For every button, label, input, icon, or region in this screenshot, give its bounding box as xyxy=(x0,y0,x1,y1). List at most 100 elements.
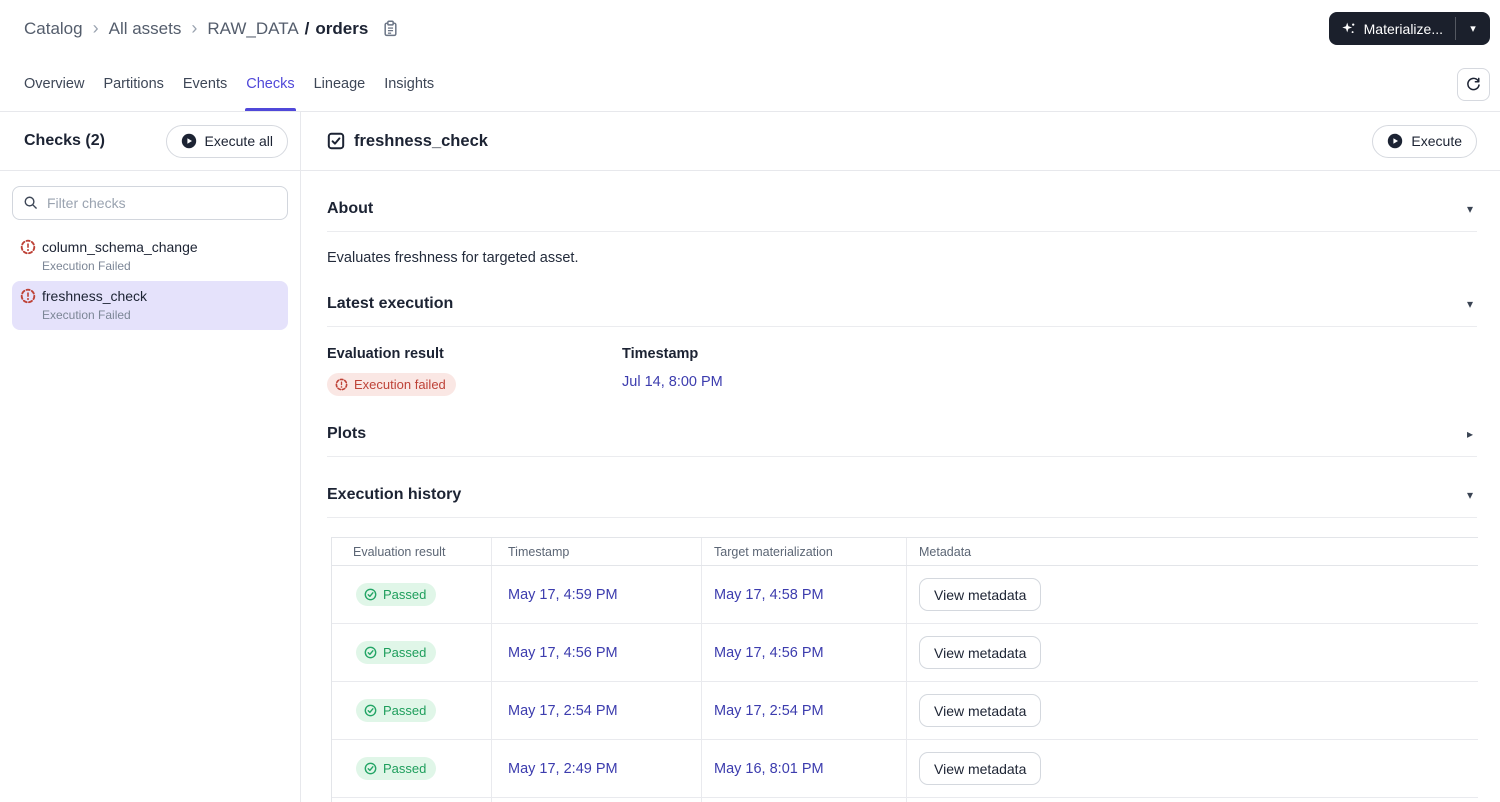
breadcrumb-item-asset[interactable]: RAW_DATA / orders xyxy=(207,19,368,39)
check-list-item-freshness-check[interactable]: freshness_check Execution Failed xyxy=(12,281,288,330)
execute-all-label: Execute all xyxy=(204,133,273,149)
asset-key-prefix: RAW_DATA xyxy=(207,18,299,38)
check-list: column_schema_change Execution Failed fr… xyxy=(0,232,300,330)
chevron-right-icon: › xyxy=(92,17,99,38)
divider xyxy=(327,326,1477,327)
about-heading: About xyxy=(327,200,374,217)
column-header-evaluation-result: Evaluation result xyxy=(332,538,492,565)
table-row: Passed May 17, 4:59 PM May 17, 4:58 PM V… xyxy=(332,566,1478,624)
asset-tabs: Overview Partitions Events Checks Lineag… xyxy=(24,57,434,111)
latest-execution-heading: Latest execution xyxy=(327,295,454,312)
latest-timestamp-link[interactable]: Jul 14, 8:00 PM xyxy=(622,374,723,390)
target-materialization-link[interactable]: May 17, 4:58 PM xyxy=(714,587,824,603)
view-metadata-button[interactable]: View metadata xyxy=(919,694,1042,727)
execution-history-section-header[interactable]: Execution history ▾ xyxy=(327,486,1477,504)
tab-checks[interactable]: Checks xyxy=(245,57,296,111)
passed-badge-label: Passed xyxy=(383,761,427,776)
asset-tabs-row: Overview Partitions Events Checks Lineag… xyxy=(0,57,1500,112)
tab-events[interactable]: Events xyxy=(183,57,227,111)
passed-badge: Passed xyxy=(356,757,437,780)
check-status: Execution Failed xyxy=(42,259,131,273)
tab-overview[interactable]: Overview xyxy=(24,57,84,111)
passed-badge-label: Passed xyxy=(383,703,427,718)
target-materialization-link[interactable]: May 17, 2:54 PM xyxy=(714,703,824,719)
check-list-item-column-schema-change[interactable]: column_schema_change Execution Failed xyxy=(12,232,288,281)
check-name: freshness_check xyxy=(42,288,148,304)
plots-section-header[interactable]: Plots ▸ xyxy=(327,425,1477,443)
check-detail-panel: freshness_check Execute About ▾ Evaluate… xyxy=(301,112,1500,802)
detail-header: freshness_check Execute xyxy=(301,112,1500,171)
check-box-icon xyxy=(327,132,345,150)
caret-down-icon[interactable]: ▾ xyxy=(1467,488,1477,502)
breadcrumb-item-all-assets[interactable]: All assets xyxy=(109,19,182,39)
view-metadata-button[interactable]: View metadata xyxy=(919,752,1042,785)
evaluation-result-column: Evaluation result Execution failed xyxy=(327,346,622,396)
section-plots: Plots ▸ xyxy=(327,396,1477,457)
passed-badge: Passed xyxy=(356,641,437,664)
refresh-icon xyxy=(1466,77,1481,92)
caret-down-icon[interactable]: ▾ xyxy=(1467,297,1477,311)
evaluation-result-label: Evaluation result xyxy=(327,346,444,362)
execute-all-button[interactable]: Execute all xyxy=(165,124,288,158)
checks-count-title: Checks (2) xyxy=(24,132,105,149)
execution-failed-icon xyxy=(20,239,36,255)
execution-history-table: Evaluation result Timestamp Target mater… xyxy=(331,537,1478,802)
table-row-partial xyxy=(332,798,1478,802)
sparkle-icon xyxy=(1341,21,1357,37)
table-header-row: Evaluation result Timestamp Target mater… xyxy=(332,538,1478,566)
timestamp-link[interactable]: May 17, 4:56 PM xyxy=(508,645,618,661)
timestamp-link[interactable]: May 17, 4:59 PM xyxy=(508,587,618,603)
timestamp-link[interactable]: May 17, 2:54 PM xyxy=(508,703,618,719)
latest-execution-section-header[interactable]: Latest execution ▾ xyxy=(327,295,1477,313)
column-header-metadata: Metadata xyxy=(919,544,972,559)
passed-badge: Passed xyxy=(356,699,437,722)
materialize-dropdown-button[interactable]: ▾ xyxy=(1456,12,1490,45)
detail-body: About ▾ Evaluates freshness for targeted… xyxy=(301,171,1500,802)
about-description: Evaluates freshness for targeted asset. xyxy=(327,250,579,266)
about-section-header[interactable]: About ▾ xyxy=(327,200,1477,218)
table-row: Passed May 17, 2:49 PM May 16, 8:01 PM V… xyxy=(332,740,1478,798)
filter-checks-input[interactable] xyxy=(12,186,288,220)
breadcrumb-item-catalog[interactable]: Catalog xyxy=(24,19,83,39)
divider xyxy=(327,231,1477,232)
materialize-split-button: Materialize... ▾ xyxy=(1328,12,1490,45)
passed-badge-label: Passed xyxy=(383,645,427,660)
refresh-button[interactable] xyxy=(1457,67,1490,101)
execution-failed-icon xyxy=(20,288,36,304)
tab-insights[interactable]: Insights xyxy=(384,57,434,111)
play-circle-icon xyxy=(1387,133,1403,149)
table-row: Passed May 17, 4:56 PM May 17, 4:56 PM V… xyxy=(332,624,1478,682)
execution-failed-badge: Execution failed xyxy=(327,373,456,396)
view-metadata-button[interactable]: View metadata xyxy=(919,636,1042,669)
timestamp-column: Timestamp Jul 14, 8:00 PM xyxy=(622,346,917,396)
asset-key-name: orders xyxy=(315,18,369,38)
caret-right-icon[interactable]: ▸ xyxy=(1467,427,1477,441)
check-title: freshness_check xyxy=(354,131,488,150)
checks-sidebar: Checks (2) Execute all Filter checks col… xyxy=(0,112,301,802)
tab-lineage[interactable]: Lineage xyxy=(314,57,366,111)
search-icon xyxy=(23,195,38,215)
timestamp-label: Timestamp xyxy=(622,346,699,362)
sidebar-header: Checks (2) Execute all xyxy=(0,112,300,171)
check-status: Execution Failed xyxy=(42,308,131,322)
materialize-label: Materialize... xyxy=(1363,20,1443,37)
copy-icon[interactable] xyxy=(382,20,399,37)
tab-partitions[interactable]: Partitions xyxy=(103,57,163,111)
view-metadata-button[interactable]: View metadata xyxy=(919,578,1042,611)
timestamp-link[interactable]: May 17, 2:49 PM xyxy=(508,761,618,777)
passed-badge-label: Passed xyxy=(383,587,427,602)
plots-heading: Plots xyxy=(327,425,367,442)
materialize-button[interactable]: Materialize... xyxy=(1329,12,1455,45)
column-header-timestamp: Timestamp xyxy=(492,538,702,565)
execute-button[interactable]: Execute xyxy=(1372,124,1477,158)
caret-down-icon[interactable]: ▾ xyxy=(1467,202,1477,216)
target-materialization-link[interactable]: May 16, 8:01 PM xyxy=(714,761,824,777)
caret-down-icon: ▾ xyxy=(1470,23,1476,35)
target-materialization-link[interactable]: May 17, 4:56 PM xyxy=(714,645,824,661)
play-circle-icon xyxy=(181,133,197,149)
table-row: Passed May 17, 2:54 PM May 17, 2:54 PM V… xyxy=(332,682,1478,740)
passed-badge: Passed xyxy=(356,583,437,606)
top-bar: Catalog › All assets › RAW_DATA / orders xyxy=(0,0,1500,57)
execution-failed-icon xyxy=(335,378,348,391)
execution-failed-badge-label: Execution failed xyxy=(354,377,446,392)
